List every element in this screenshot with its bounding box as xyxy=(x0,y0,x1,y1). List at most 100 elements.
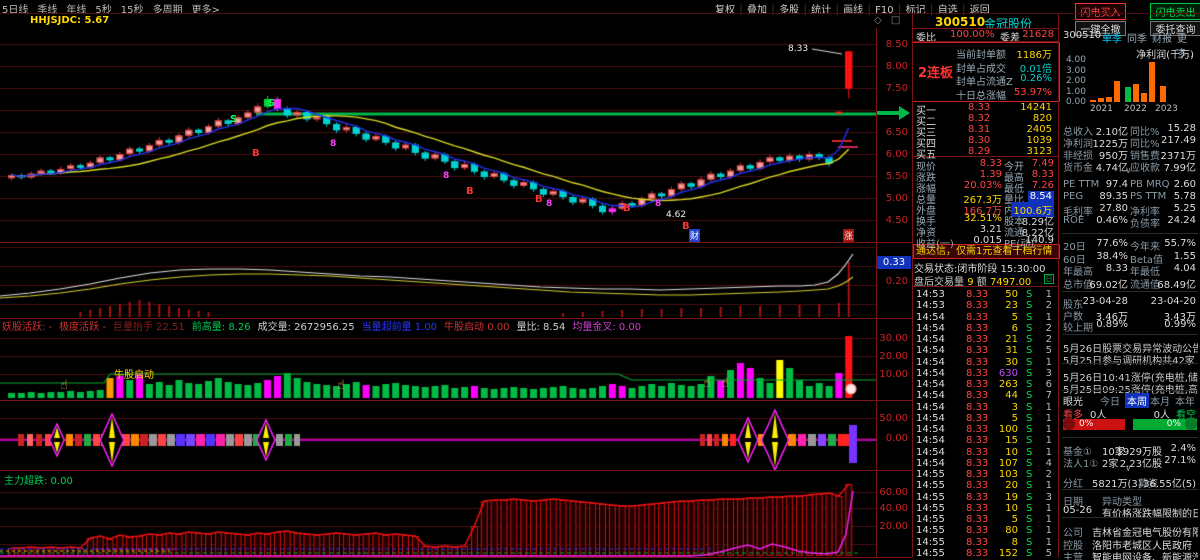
main-chart-canvas[interactable] xyxy=(0,28,876,558)
tick-price: 8.33 xyxy=(966,491,989,503)
financial-value: 217.49 xyxy=(1161,135,1196,146)
divider xyxy=(912,286,1058,287)
quote-value: 7.26 xyxy=(1031,180,1054,191)
expand-arrow-icon[interactable]: ∨ xyxy=(1125,166,1132,176)
tick-side: S xyxy=(1026,345,1033,357)
chart-tool-item[interactable]: 标记 xyxy=(906,5,926,16)
tick-side: S xyxy=(1026,480,1033,492)
period-menu-item[interactable]: 5日线 xyxy=(2,5,28,16)
limit-board-label: 2连板 xyxy=(918,66,954,81)
indicator-line: HHJSJDC: 5.67 xyxy=(30,15,109,26)
tick-time: 14:55 xyxy=(916,491,945,503)
finance-report-flag[interactable]: 财 xyxy=(689,229,701,242)
sentiment-tab[interactable]: 本年 xyxy=(1175,393,1195,408)
tick-side: S xyxy=(1026,469,1033,480)
dividend-label: 分红 xyxy=(1063,479,1083,490)
expand-arrow-icon[interactable]: ∨ xyxy=(1125,464,1132,474)
tick-price: 8.33 xyxy=(966,289,989,300)
tick-price: 8.33 xyxy=(966,480,989,492)
tick-time: 14:53 xyxy=(916,289,945,300)
menu-separator: │ xyxy=(866,5,873,16)
limit-up-flag[interactable]: 涨 xyxy=(843,229,855,242)
tick-count: 3 xyxy=(1045,367,1052,379)
mini-chart-bar xyxy=(1141,92,1147,102)
mini-chart-bar xyxy=(1133,83,1139,102)
sentiment-tab[interactable]: 本周 xyxy=(1125,393,1149,408)
f10-divider xyxy=(1062,233,1198,234)
divider xyxy=(1058,13,1059,557)
tick-count: 2 xyxy=(1045,469,1052,480)
chart-tool-item[interactable]: 多股 xyxy=(779,5,799,16)
calendar-icon[interactable]: 日 xyxy=(1044,274,1054,284)
f10-divider xyxy=(1062,291,1198,292)
tick-side: S xyxy=(1026,547,1033,559)
corner-icons[interactable]: ◇ □ xyxy=(874,15,903,26)
financial-label: PS TTM xyxy=(1130,191,1167,202)
menu-separator: │ xyxy=(738,5,745,16)
sentiment-tab[interactable]: 今日 xyxy=(1100,393,1120,408)
axis-label: 0.20 xyxy=(885,276,908,287)
f10-tab[interactable]: 财报 xyxy=(1152,30,1172,45)
tick-time: 14:54 xyxy=(916,446,945,458)
tick-price: 8.33 xyxy=(966,536,989,548)
raise-value: 36.55亿(5) xyxy=(1143,479,1196,490)
sentiment-tab[interactable]: 本月 xyxy=(1150,393,1170,408)
tick-time: 14:54 xyxy=(916,424,945,435)
period-menu-item[interactable]: 15秒 xyxy=(121,5,144,16)
tick-side: S xyxy=(1026,390,1033,402)
tick-side: S xyxy=(1026,401,1033,413)
bid-volume: 14241 xyxy=(1020,102,1052,113)
chart-tool-item[interactable]: 画线 xyxy=(843,5,863,16)
quote-value: 20.03% xyxy=(963,180,1002,191)
divider xyxy=(0,557,912,558)
flash-buy-button[interactable]: 闪电买入 xyxy=(1075,3,1126,20)
pointing-hand-icon: ☝ xyxy=(337,378,345,393)
quote-value: 8.33 xyxy=(1031,169,1054,180)
tdx-trading-app: 5日线 季线 年线 5秒 15秒 多周期 更多> 复权 │ 叠加 │ 多股 │ 统计 │ 画线 │ F10 │ 标记… xyxy=(0,0,1200,560)
tick-side: S xyxy=(1026,491,1033,503)
tick-price: 8.33 xyxy=(966,367,989,379)
tick-side: S xyxy=(1026,311,1033,323)
tick-count: 7 xyxy=(1045,390,1052,402)
quote-label: 收益(一) xyxy=(916,239,954,250)
axis-label: 30.00 xyxy=(879,333,908,344)
indicator-header-item: 妖股活跃: - xyxy=(2,322,53,333)
tick-price: 8.33 xyxy=(966,514,989,525)
chart-tool-item[interactable]: 叠加 xyxy=(747,5,767,16)
pointing-hand-icon: ☝ xyxy=(60,378,68,393)
price-axis-label: 5.00 xyxy=(885,193,908,204)
stock-code: 300510 xyxy=(935,15,986,29)
news-item[interactable]: 5月25日参与调研机构共42家 xyxy=(1063,352,1198,367)
mini-chart-ylabel: 0.00 xyxy=(1065,97,1086,107)
price-axis-label: 8.00 xyxy=(885,61,908,72)
tick-time: 14:54 xyxy=(916,367,945,379)
tick-volume: 5 xyxy=(1011,412,1018,424)
tick-volume: 30 xyxy=(1005,356,1018,368)
financial-label: PEG xyxy=(1063,191,1084,202)
tick-price: 8.33 xyxy=(966,300,989,312)
chart-tool-item[interactable]: 统计 xyxy=(811,5,831,16)
axis-label: 20.00 xyxy=(879,521,908,532)
tick-side: S xyxy=(1026,322,1033,334)
tick-count: 1 xyxy=(1045,356,1052,368)
tick-price: 8.33 xyxy=(966,502,989,514)
mini-chart-bar xyxy=(1114,81,1120,102)
period-menu-item[interactable]: 更多> xyxy=(191,5,219,16)
mini-chart-bar xyxy=(1125,87,1131,102)
tick-count: 2 xyxy=(1045,334,1052,345)
f10-divider xyxy=(1062,437,1198,438)
f10-tab[interactable]: 单季 xyxy=(1102,30,1122,45)
tick-count: 1 xyxy=(1045,480,1052,492)
flash-sell-button[interactable]: 闪电卖出 xyxy=(1150,3,1200,20)
chart-tool-item[interactable]: 复权 xyxy=(715,5,735,16)
f10-divider xyxy=(1062,334,1198,335)
tick-count: 1 xyxy=(1045,401,1052,413)
f10-tab[interactable]: 更多.. xyxy=(1177,30,1200,60)
indicator-header-item: 均量金叉: 0.00 xyxy=(572,322,642,333)
tick-count: 1 xyxy=(1045,514,1052,525)
holder-label: 较上期 xyxy=(1063,323,1093,334)
tick-time: 14:55 xyxy=(916,525,945,537)
period-menu-item[interactable]: 多周期 xyxy=(152,5,182,16)
f10-tab[interactable]: 同季 xyxy=(1127,30,1147,45)
tick-price: 8.33 xyxy=(966,390,989,402)
